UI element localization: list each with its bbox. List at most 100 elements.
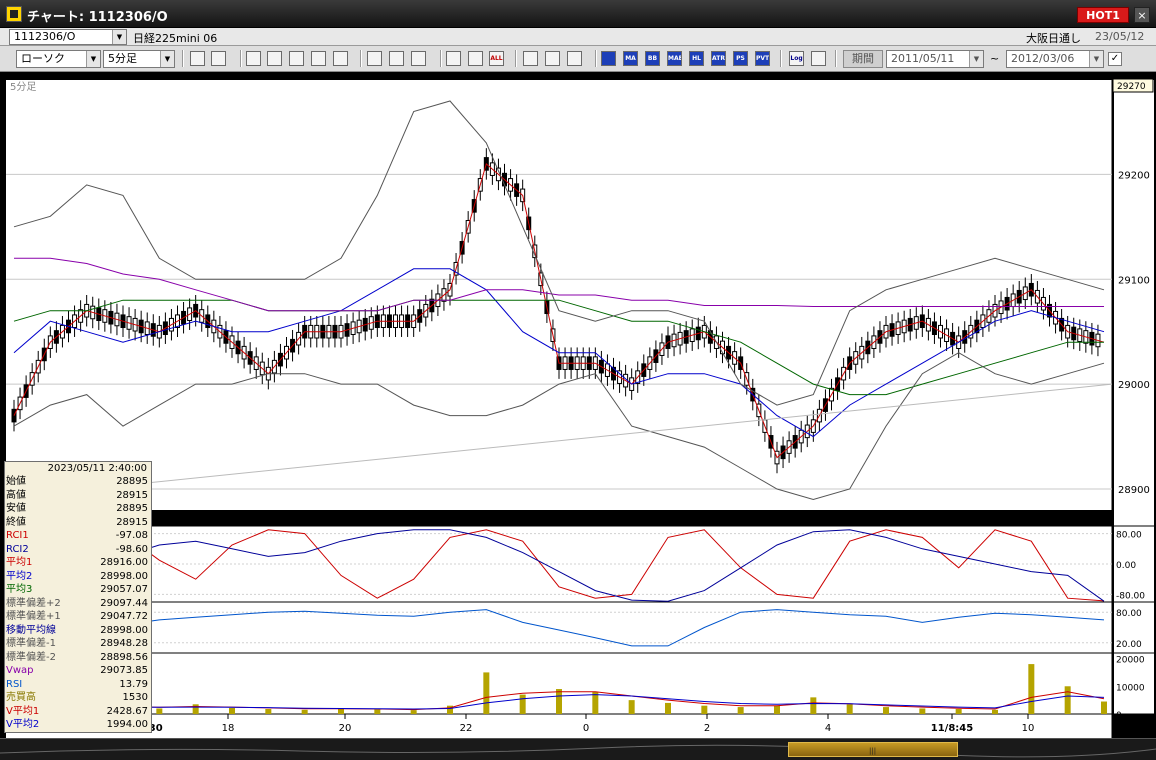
app-chart-icon [6, 6, 22, 22]
drawing-tool-icon[interactable] [246, 51, 261, 66]
volume-bar [665, 702, 671, 714]
instrument-name: 日経225mini 06 [133, 32, 218, 45]
ps-icon[interactable]: PS [733, 51, 748, 66]
chart-toolbar: ローソク ▼ 5分足 ▼ ALL MA BB MAE HL ATR PS PVT Log 期間 … [0, 46, 1156, 72]
candle-body [11, 408, 17, 423]
period-checkbox[interactable]: ✓ [1108, 52, 1122, 66]
info-value: 28895 [116, 503, 148, 514]
bb-icon[interactable]: BB [645, 51, 660, 66]
volume-tick-label: 0 [1116, 711, 1122, 721]
info-key: Vwap [6, 665, 34, 676]
layout-icon[interactable] [811, 51, 826, 66]
volume-bar [737, 707, 744, 714]
info-key: V平均2 [6, 719, 40, 730]
calendar-icon[interactable]: ▼ [969, 51, 983, 67]
erase-icon[interactable] [333, 51, 348, 66]
arrow-icon[interactable] [411, 51, 426, 66]
volume-bar [265, 709, 272, 714]
range-separator: ~ [990, 52, 1000, 65]
info-value: -97.08 [115, 530, 148, 541]
calendar-icon[interactable]: ▼ [1089, 51, 1103, 67]
hot-button[interactable]: HOT1 [1077, 7, 1129, 23]
info-row: 平均2 28998.00 [5, 570, 151, 584]
volume-bar [992, 709, 998, 714]
info-row: 平均1 28916.00 [5, 556, 151, 570]
pvt-icon[interactable]: PVT [755, 51, 770, 66]
volume-bar [628, 700, 635, 714]
to-date-value: 2012/03/06 [1011, 52, 1075, 65]
palette-icon[interactable] [567, 51, 582, 66]
search-chart-icon[interactable] [267, 51, 282, 66]
period-button[interactable]: 期間 [843, 50, 883, 68]
time-label: 0 [583, 723, 589, 734]
paint-icon[interactable] [545, 51, 560, 66]
candle-icon[interactable] [311, 51, 326, 66]
info-value: 1994.00 [106, 719, 148, 730]
symbol-input[interactable]: 1112306/O ▼ [9, 29, 127, 45]
info-row: RCI2 -98.60 [5, 543, 151, 557]
rci-tick-label: 80.00 [1116, 531, 1142, 541]
candle-zoom-in-icon[interactable] [446, 51, 461, 66]
volume-bar [483, 672, 490, 714]
hl-icon[interactable]: HL [689, 51, 704, 66]
info-row: V平均1 2428.67 [5, 705, 151, 719]
chevron-down-icon[interactable]: ▼ [112, 30, 126, 44]
all-icon[interactable]: ALL [489, 51, 504, 66]
chart-type-value: ローソク [21, 52, 65, 65]
price-tick-label: 28900 [1118, 485, 1150, 496]
candle-zoom-out-icon[interactable] [468, 51, 483, 66]
chevron-down-icon[interactable]: ▼ [86, 51, 100, 67]
magnify-icon[interactable] [190, 51, 205, 66]
volume-bar [338, 708, 344, 714]
cursor-icon[interactable] [389, 51, 404, 66]
price-tick-label: 29100 [1118, 275, 1150, 286]
info-key: V平均1 [6, 705, 40, 717]
interval-select[interactable]: 5分足 ▼ [103, 50, 175, 68]
volume-bar [955, 709, 962, 714]
rsi-pane [6, 602, 1112, 653]
volume-bar [410, 710, 417, 714]
trendline-icon[interactable] [367, 51, 382, 66]
gear-icon[interactable] [523, 51, 538, 66]
volume-bar [229, 707, 235, 714]
chart-area[interactable]: 5分足 29200 29100 29000 28900 29270 80.00 0.00 -80… [0, 72, 1156, 738]
toolbar-separator [595, 50, 597, 67]
info-row: 安値 28895 [5, 502, 151, 516]
chart-type-select[interactable]: ローソク ▼ [16, 50, 101, 68]
info-key: 標準偏差-2 [6, 651, 56, 663]
info-row: 標準偏差-1 28948.28 [5, 637, 151, 651]
info-row: 標準偏差-2 28898.56 [5, 651, 151, 665]
chevron-down-icon[interactable]: ▼ [160, 51, 174, 67]
info-value: 28915 [116, 489, 148, 501]
toolbar-separator [182, 50, 184, 67]
info-key: 始値 [6, 476, 26, 487]
atr-icon[interactable]: ATR [711, 51, 726, 66]
info-key: 高値 [6, 489, 26, 501]
volume-bar [1028, 664, 1035, 714]
close-icon[interactable]: × [1134, 7, 1150, 23]
info-value: 13.79 [119, 678, 148, 690]
mae-icon[interactable]: MAE [667, 51, 682, 66]
from-date-input[interactable]: 2011/05/11 ▼ [886, 50, 984, 68]
symbol-value: 1112306/O [14, 30, 76, 43]
overview-sparkline [0, 744, 1156, 758]
log-icon[interactable]: Log [789, 51, 804, 66]
horizontal-scrollbar[interactable]: ||| [0, 738, 1156, 760]
scrollbar-thumb[interactable]: ||| [788, 742, 958, 757]
split-icon[interactable] [211, 51, 226, 66]
window-title: チャート: 1112306/O [27, 10, 168, 25]
indicator-icon[interactable] [601, 51, 616, 66]
info-row: 平均3 29057.07 [5, 583, 151, 597]
to-date-input[interactable]: 2012/03/06 ▼ [1006, 50, 1104, 68]
info-key: 標準偏差-1 [6, 638, 56, 649]
price-tick-label: 29000 [1118, 380, 1150, 391]
info-key: 平均1 [6, 557, 33, 568]
toolbar-separator [835, 50, 837, 67]
chart-canvas[interactable]: 5分足 29200 29100 29000 28900 29270 80.00 0.00 -80… [0, 72, 1156, 738]
toolbar-separator [780, 50, 782, 67]
info-row: RSI 13.79 [5, 678, 151, 692]
info-key: 移動平均線 [6, 624, 56, 636]
data-window-panel: 2023/05/11 2:40:00 始値 28895 高値 28915 安値 28895… [4, 461, 152, 733]
ma-icon[interactable]: MA [623, 51, 638, 66]
bars-icon[interactable] [289, 51, 304, 66]
